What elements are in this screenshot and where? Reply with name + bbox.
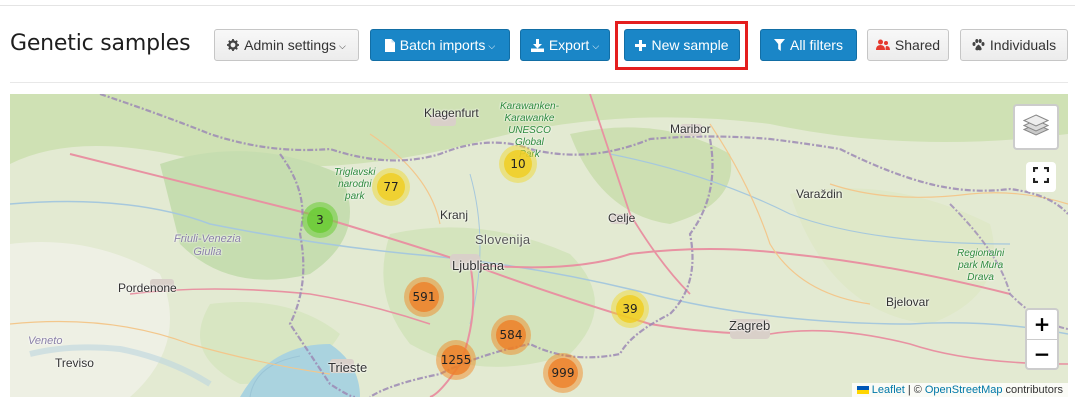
- map-label-slovenija: Slovenija: [475, 232, 531, 247]
- export-button[interactable]: Export ⌵: [520, 29, 610, 61]
- marker-cluster[interactable]: 77: [372, 168, 410, 206]
- marker-cluster[interactable]: 3: [302, 202, 338, 238]
- batch-imports-button[interactable]: Batch imports ⌵: [370, 29, 510, 61]
- download-icon: [530, 38, 544, 52]
- individuals-label: Individuals: [989, 37, 1057, 53]
- new-sample-label: New sample: [651, 37, 729, 53]
- cluster-count: 1255: [441, 345, 471, 375]
- map-label-varazdin: Varaždin: [796, 187, 843, 201]
- all-filters-button[interactable]: All filters: [760, 29, 857, 61]
- map-label-ljubljana: Ljubljana: [452, 258, 505, 273]
- export-label: Export: [548, 37, 590, 53]
- marker-cluster[interactable]: 584: [491, 315, 531, 355]
- shared-button[interactable]: Shared: [867, 29, 949, 61]
- marker-cluster[interactable]: 999: [543, 353, 583, 393]
- cluster-count: 77: [377, 173, 405, 201]
- osm-link[interactable]: OpenStreetMap: [925, 384, 1003, 396]
- map-label-pordenone: Pordenone: [118, 281, 177, 295]
- paw-icon: [972, 39, 985, 51]
- attribution-contributors: contributors: [1005, 384, 1063, 396]
- chevron-down-icon: ⌵: [592, 40, 600, 51]
- cluster-count: 584: [496, 320, 526, 350]
- chevron-down-icon: ⌵: [339, 40, 346, 51]
- top-border: [0, 0, 1075, 6]
- attribution-separator: | ©: [907, 384, 922, 396]
- map-attribution: Leaflet | © OpenStreetMap contributors: [851, 383, 1068, 397]
- cluster-count: 3: [307, 207, 333, 233]
- map-label-regionalni: Regionalni park Mura Drava: [957, 248, 1005, 283]
- filter-icon: [774, 39, 786, 51]
- fullscreen-icon: [1032, 166, 1050, 188]
- leaflet-link[interactable]: Leaflet: [872, 384, 905, 396]
- chevron-down-icon: ⌵: [488, 40, 496, 51]
- new-sample-button[interactable]: New sample: [624, 29, 740, 61]
- map-label-triglav: Triglavski narodni park: [334, 167, 376, 202]
- map-label-trieste: Trieste: [328, 360, 368, 375]
- map-label-bjelovar: Bjelovar: [886, 295, 930, 309]
- marker-cluster[interactable]: 39: [611, 290, 649, 328]
- map-label-maribor: Maribor: [670, 122, 711, 136]
- file-icon: [384, 38, 395, 52]
- gear-icon: [227, 39, 240, 51]
- cluster-count: 39: [616, 295, 644, 323]
- page-title: Genetic samples: [10, 31, 191, 56]
- shared-label: Shared: [894, 37, 941, 53]
- map-label-zagreb: Zagreb: [729, 318, 771, 333]
- cluster-count: 999: [548, 358, 578, 388]
- cluster-count: 591: [409, 282, 439, 312]
- map-label-friuli: Friuli-Venezia Giulia: [174, 233, 241, 258]
- plus-icon: [635, 39, 647, 51]
- individuals-button[interactable]: Individuals: [960, 29, 1068, 61]
- zoom-out-button[interactable]: −: [1027, 340, 1057, 369]
- zoom-in-button[interactable]: +: [1027, 310, 1057, 339]
- marker-cluster[interactable]: 591: [404, 277, 444, 317]
- cluster-count: 10: [504, 150, 532, 178]
- map-label-veneto: Veneto: [28, 335, 63, 347]
- layers-control[interactable]: [1013, 104, 1059, 150]
- admin-settings-label: Admin settings: [244, 37, 336, 53]
- zoom-control: + −: [1025, 308, 1059, 370]
- map-label-treviso: Treviso: [55, 356, 94, 370]
- marker-cluster[interactable]: 1255: [436, 340, 476, 380]
- map-label-celje: Celje: [608, 211, 636, 225]
- all-filters-label: All filters: [790, 37, 843, 53]
- map-label-klagenfurt: Klagenfurt: [424, 106, 479, 120]
- samples-map[interactable]: Klagenfurt Karawanken- Karawanke UNESCO …: [10, 94, 1068, 397]
- batch-imports-label: Batch imports: [399, 37, 486, 53]
- layers-icon: [1022, 112, 1050, 143]
- map-label-kranj: Kranj: [440, 208, 469, 222]
- fullscreen-button[interactable]: [1026, 162, 1056, 192]
- users-icon: [875, 39, 890, 51]
- header-divider: [10, 82, 1068, 83]
- ukraine-flag-icon: [856, 386, 869, 394]
- admin-settings-button[interactable]: Admin settings ⌵: [214, 29, 359, 61]
- marker-cluster[interactable]: 10: [499, 145, 537, 183]
